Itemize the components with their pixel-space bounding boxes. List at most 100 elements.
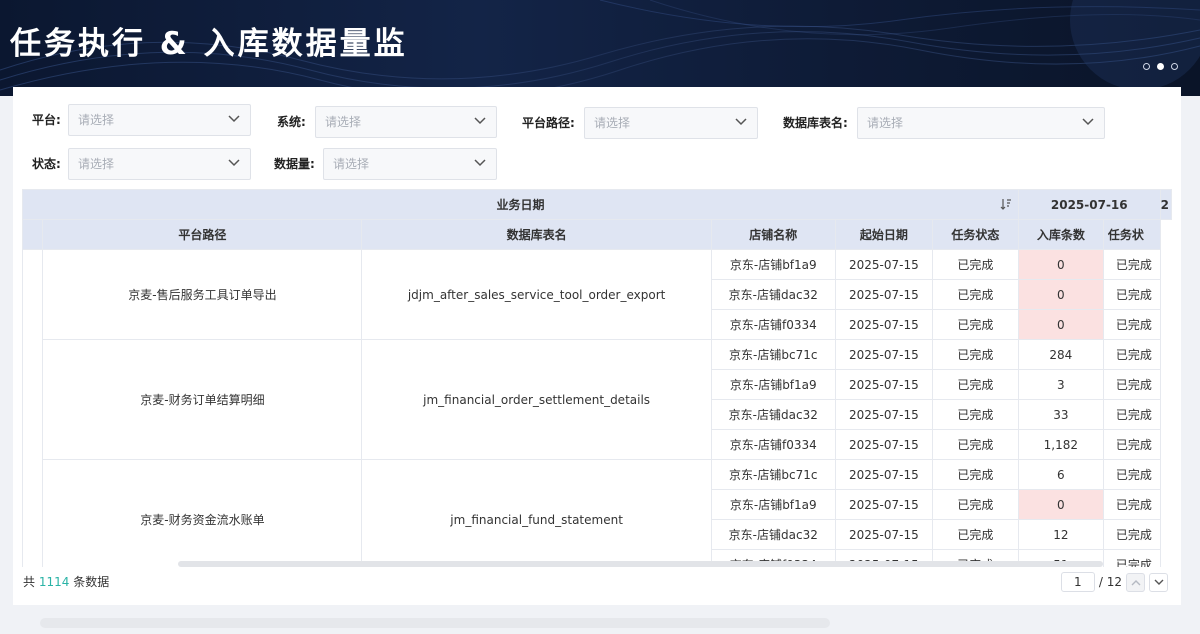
carousel-dot[interactable] — [1171, 63, 1178, 70]
status-select[interactable]: 请选择 — [68, 148, 251, 180]
col-db-table[interactable]: 数据库表名 — [361, 219, 712, 250]
cell-count: 0 — [1017, 309, 1104, 340]
data-volume-select[interactable]: 请选择 — [323, 148, 497, 180]
cell-status: 已完成 — [931, 249, 1019, 280]
row-index-header — [22, 219, 44, 250]
cell-count: 12 — [1017, 519, 1104, 550]
db-table-placeholder: 请选择 — [867, 116, 904, 130]
row-index-cell — [22, 249, 44, 567]
cell-status-2: 已完成 — [1102, 489, 1161, 520]
cell-start-date: 2025-07-15 — [834, 309, 933, 340]
col-start-date[interactable]: 起始日期 — [834, 219, 933, 250]
carousel-dot-active[interactable] — [1157, 63, 1164, 70]
prev-page-button[interactable] — [1126, 572, 1145, 592]
chevron-down-icon — [735, 118, 747, 126]
group-header-business-date: 业务日期 — [22, 189, 1019, 220]
cell-start-date: 2025-07-15 — [834, 339, 933, 370]
cell-status: 已完成 — [931, 399, 1019, 430]
main-panel: 平台: 请选择 系统: 请选择 平台路径: 请选择 数据库表名: 请选择 状态:… — [13, 87, 1181, 605]
table-row[interactable]: 京麦-财务订单结算明细 jm_financial_order_settlemen… — [23, 339, 1172, 460]
cell-db-table: jm_financial_order_settlement_details — [361, 339, 712, 460]
cell-start-date: 2025-07-15 — [834, 459, 933, 490]
cell-status: 已完成 — [931, 519, 1019, 550]
cell-count: 284 — [1017, 339, 1104, 370]
cell-platform-path: 京麦-财务订单结算明细 — [42, 339, 363, 460]
col-task-status[interactable]: 任务状态 — [931, 219, 1019, 250]
cell-start-date: 2025-07-15 — [834, 489, 933, 520]
cell-start-date: 2025-07-15 — [834, 249, 933, 280]
cell-db-table: jm_financial_fund_statement — [361, 459, 712, 567]
cell-shop: 京东-店铺bc71c — [710, 339, 836, 370]
cell-status: 已完成 — [931, 279, 1019, 310]
cell-status-2: 已完成 — [1102, 279, 1161, 310]
cell-shop: 京东-店铺bc71c — [710, 459, 836, 490]
cell-shop: 京东-店铺bf1a9 — [710, 489, 836, 520]
cell-count: 1,182 — [1017, 429, 1104, 460]
system-label: 系统: — [277, 115, 306, 129]
platform-label: 平台: — [32, 113, 61, 127]
col-shop-name[interactable]: 店铺名称 — [710, 219, 836, 250]
group-header-date-2: 2 — [1159, 189, 1172, 220]
system-placeholder: 请选择 — [325, 115, 362, 129]
cell-start-date: 2025-07-15 — [834, 399, 933, 430]
cell-db-table: jdjm_after_sales_service_tool_order_expo… — [361, 249, 712, 340]
cell-shop: 京东-店铺bf1a9 — [710, 249, 836, 280]
platform-select[interactable]: 请选择 — [68, 104, 251, 136]
platform-placeholder: 请选择 — [78, 113, 115, 127]
chevron-down-icon — [228, 115, 240, 123]
sort-icon[interactable] — [1000, 198, 1012, 210]
carousel-dots — [1143, 63, 1178, 70]
data-volume-placeholder: 请选择 — [333, 157, 370, 171]
data-table-container[interactable]: 业务日期 2025-07-16 2 平台路径 数据库表名 店铺名称 起始日期 任… — [22, 189, 1172, 567]
cell-count: 33 — [1017, 399, 1104, 430]
chevron-up-icon — [1131, 579, 1140, 585]
total-suffix: 条数据 — [73, 575, 110, 589]
col-rows-in[interactable]: 入库条数 — [1017, 219, 1104, 250]
cell-platform-path: 京麦-售后服务工具订单导出 — [42, 249, 363, 340]
chevron-down-icon — [1082, 118, 1094, 126]
table-row[interactable]: 京麦-售后服务工具订单导出 jdjm_after_sales_service_t… — [22, 249, 1172, 567]
cell-status-2: 已完成 — [1102, 309, 1161, 340]
system-select[interactable]: 请选择 — [315, 106, 497, 138]
cell-shop: 京东-店铺dac32 — [710, 279, 836, 310]
cell-shop: 京东-店铺f0334 — [710, 309, 836, 340]
next-page-button[interactable] — [1149, 572, 1168, 592]
cell-status: 已完成 — [931, 369, 1019, 400]
horizontal-scrollbar[interactable] — [178, 561, 1103, 567]
db-table-select[interactable]: 请选择 — [857, 107, 1105, 139]
cell-shop: 京东-店铺dac32 — [710, 519, 836, 550]
cell-start-date: 2025-07-15 — [834, 429, 933, 460]
cell-status: 已完成 — [931, 339, 1019, 370]
status-label: 状态: — [32, 157, 61, 171]
cell-status-2: 已完成 — [1102, 549, 1161, 567]
business-date-label: 业务日期 — [496, 198, 545, 212]
col-platform-path[interactable]: 平台路径 — [42, 219, 363, 250]
cell-status-2: 已完成 — [1102, 369, 1161, 400]
cell-status-2: 已完成 — [1102, 339, 1161, 370]
data-table: 业务日期 2025-07-16 2 平台路径 数据库表名 店铺名称 起始日期 任… — [22, 189, 1172, 567]
cell-status-2: 已完成 — [1102, 249, 1161, 280]
col-task-status-2[interactable]: 任务状 — [1102, 219, 1161, 250]
platform-path-label: 平台路径: — [522, 116, 575, 130]
total-pages: / 12 — [1098, 575, 1122, 589]
group-header-date-1: 2025-07-16 — [1017, 189, 1161, 220]
table-row[interactable]: 京麦-财务资金流水账单 jm_financial_fund_statement … — [23, 459, 1172, 567]
page-number-input[interactable]: 1 — [1060, 572, 1095, 592]
cell-status: 已完成 — [931, 459, 1019, 490]
carousel-dot[interactable] — [1143, 63, 1150, 70]
cell-start-date: 2025-07-15 — [834, 519, 933, 550]
cell-shop: 京东-店铺bf1a9 — [710, 369, 836, 400]
cell-shop: 京东-店铺f0334 — [710, 429, 836, 460]
cell-shop: 京东-店铺dac32 — [710, 399, 836, 430]
cell-start-date: 2025-07-15 — [834, 279, 933, 310]
cell-status-2: 已完成 — [1102, 459, 1161, 490]
cell-status-2: 已完成 — [1102, 399, 1161, 430]
total-number: 1114 — [38, 575, 70, 589]
total-prefix: 共 — [23, 575, 36, 589]
cell-status: 已完成 — [931, 429, 1019, 460]
chevron-down-icon — [1154, 579, 1163, 585]
cell-count: 0 — [1017, 489, 1104, 520]
total-count: 共 1114 条数据 — [23, 574, 109, 590]
cell-status: 已完成 — [931, 489, 1019, 520]
platform-path-select[interactable]: 请选择 — [584, 107, 758, 139]
